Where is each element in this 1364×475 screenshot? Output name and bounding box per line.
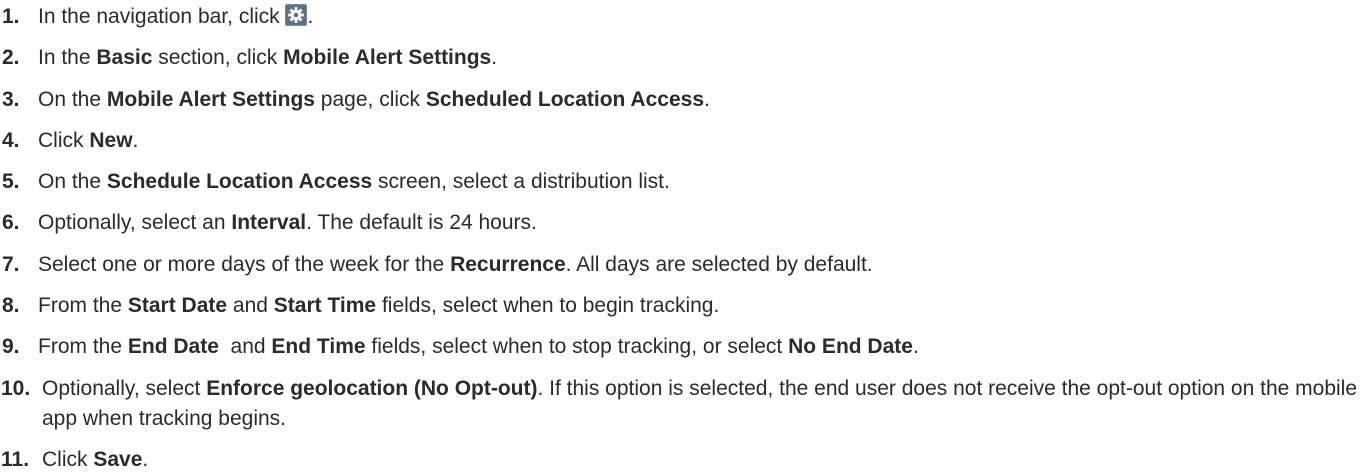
- step-text: In the Basic section, click Mobile Alert…: [38, 46, 498, 70]
- step-8: 8. From the Start Date and Start Time fi…: [0, 291, 1364, 321]
- step-3: 3. On the Mobile Alert Settings page, cl…: [0, 85, 1364, 115]
- step-number: 3.: [2, 87, 20, 111]
- step-1: 1. In the navigation bar, click .: [0, 2, 1364, 32]
- step-4: 4. Click New.: [0, 126, 1364, 156]
- gear-icon: [285, 4, 308, 26]
- step-text: Click Save.: [42, 447, 149, 471]
- step-text: Optionally, select Enforce geolocation (…: [42, 376, 1358, 430]
- step-text: Click New.: [38, 128, 139, 152]
- step-number: 2.: [2, 46, 20, 70]
- step-6: 6. Optionally, select an Interval. The d…: [0, 208, 1364, 238]
- step-number: 11.: [1, 447, 30, 471]
- step-number: 8.: [2, 294, 20, 318]
- step-7: 7. Select one or more days of the week f…: [0, 250, 1364, 280]
- step-number: 7.: [2, 252, 20, 276]
- step-number: 5.: [2, 170, 20, 194]
- step-number: 6.: [2, 211, 20, 235]
- step-text: On the Schedule Location Access screen, …: [38, 170, 670, 194]
- step-text: From the Start Date and Start Time field…: [38, 294, 720, 318]
- step-text: On the Mobile Alert Settings page, click…: [38, 87, 710, 111]
- step-number: 1.: [2, 5, 20, 28]
- step-number: 4.: [2, 128, 20, 152]
- step-text: From the End Date and End Time fields, s…: [38, 335, 919, 359]
- procedure-steps: 1. In the navigation bar, click . 2. In …: [0, 0, 1364, 475]
- step-text: In the navigation bar, click .: [38, 4, 314, 28]
- step-5: 5. On the Schedule Location Access scree…: [0, 167, 1364, 197]
- step-9: 9. From the End Date and End Time fields…: [0, 332, 1364, 362]
- step-11: 11. Click Save.: [0, 445, 1364, 475]
- step-text: Optionally, select an Interval. The defa…: [38, 211, 537, 235]
- step-text: Select one or more days of the week for …: [38, 252, 873, 276]
- step-2: 2. In the Basic section, click Mobile Al…: [0, 43, 1364, 73]
- step-10: 10. Optionally, select Enforce geolocati…: [0, 374, 1364, 434]
- step-number: 10.: [1, 376, 31, 400]
- step-number: 9.: [2, 335, 20, 359]
